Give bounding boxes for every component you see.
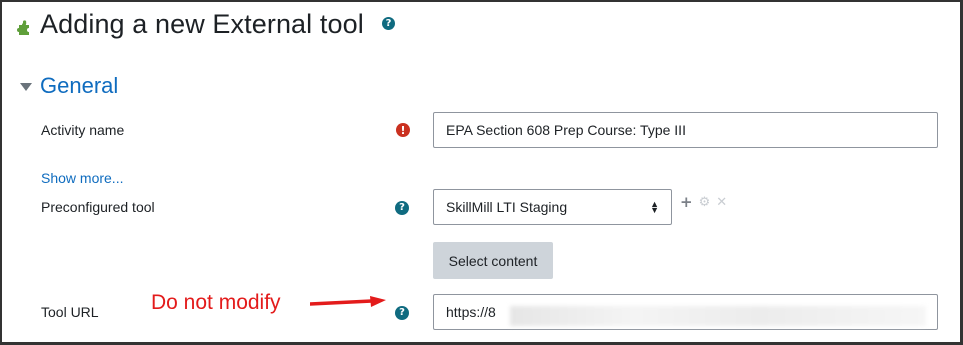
question-circle-icon[interactable]: ? <box>395 306 409 320</box>
tool-actions: + ⚙ ✕ <box>680 193 727 211</box>
page-title: Adding a new External tool <box>40 8 364 39</box>
add-icon[interactable]: + <box>680 193 693 211</box>
page-header: Adding a new External tool <box>16 4 364 44</box>
redacted-url-blur <box>510 306 926 326</box>
exclamation-circle-icon: ! <box>396 123 410 137</box>
select-content-button[interactable]: Select content <box>433 242 553 279</box>
question-circle-icon[interactable]: ? <box>395 201 409 215</box>
tool-url-label: Tool URL <box>41 304 99 320</box>
question-circle-icon[interactable]: ? <box>382 17 395 30</box>
collapse-toggle-icon[interactable] <box>20 83 32 91</box>
preconfigured-tool-selected: SkillMill LTI Staging <box>446 199 568 215</box>
activity-name-input[interactable]: EPA Section 608 Prep Course: Type III <box>433 112 938 148</box>
red-arrow-icon <box>310 296 386 307</box>
gear-icon[interactable]: ⚙ <box>699 195 711 210</box>
delete-icon[interactable]: ✕ <box>716 195 727 210</box>
preconfigured-tool-select[interactable]: SkillMill LTI Staging ▲ ▼ <box>433 189 672 225</box>
preconfigured-tool-label: Preconfigured tool <box>41 199 155 215</box>
section-title-general[interactable]: General <box>40 73 118 99</box>
chevron-updown-icon: ▲ ▼ <box>650 199 659 215</box>
activity-name-label: Activity name <box>41 122 125 138</box>
puzzle-piece-icon <box>17 20 29 35</box>
annotation-text: Do not modify <box>151 291 281 314</box>
show-more-link[interactable]: Show more... <box>41 170 123 186</box>
